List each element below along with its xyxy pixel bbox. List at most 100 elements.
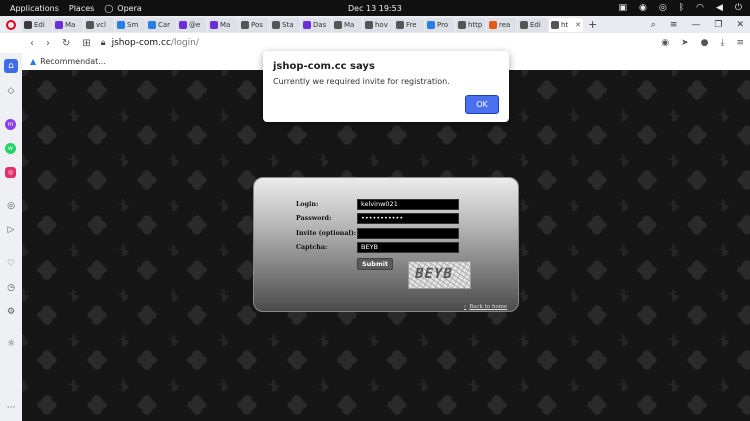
tab-label: rea <box>499 20 511 29</box>
reload-icon[interactable]: ↻ <box>62 38 70 49</box>
login-input[interactable]: kelvinw021 <box>357 199 459 210</box>
tab[interactable]: Edi <box>518 17 548 32</box>
tab[interactable]: rea <box>487 17 517 32</box>
chrome-icon[interactable]: ◉ <box>639 3 647 13</box>
clock[interactable]: Dec 13 19:53 <box>348 4 402 13</box>
restore-icon[interactable]: ❐ <box>714 20 722 30</box>
tab-label: Pos <box>251 20 263 29</box>
submit-button[interactable]: Submit <box>357 258 394 270</box>
tab-favicon-icon <box>365 20 373 29</box>
search-tabs-icon[interactable]: ⌕ <box>651 20 656 30</box>
minimize-icon[interactable]: — <box>691 20 700 30</box>
google-ads-icon: ▲ <box>30 57 37 66</box>
easy-setup-icon[interactable]: ≡ <box>670 20 678 30</box>
instagram-icon[interactable]: ◎ <box>5 167 16 178</box>
heart-icon[interactable]: ♡ <box>4 257 18 271</box>
tab[interactable]: Sta <box>270 17 300 32</box>
tab[interactable]: hov <box>363 17 393 32</box>
login-label: Login: <box>296 201 319 208</box>
tab-favicon-icon <box>148 20 156 29</box>
profile-icon[interactable]: ● <box>701 38 709 48</box>
active-app-menu[interactable]: ◯ Opera <box>104 4 141 13</box>
more-icon[interactable]: ··· <box>4 401 18 415</box>
tab-label: Pro <box>437 20 449 29</box>
messenger-icon[interactable]: m <box>5 119 16 130</box>
tab-favicon-icon <box>117 20 125 29</box>
dropbox-icon[interactable]: ▣ <box>618 3 627 13</box>
whatsapp-icon[interactable]: w <box>5 143 16 154</box>
close-window-icon[interactable]: ✕ <box>736 20 744 30</box>
captcha-input[interactable]: BEYB <box>357 242 459 253</box>
tab[interactable]: Ma <box>53 17 83 32</box>
close-tab-icon[interactable]: ✕ <box>575 21 581 29</box>
download-icon[interactable]: ⤓ <box>720 38 724 48</box>
bookmark-item[interactable]: Recommendat... <box>40 57 106 66</box>
tab-favicon-icon <box>458 20 466 29</box>
tab[interactable]: Ma <box>332 17 362 32</box>
tab-label: Edi <box>34 20 45 29</box>
page-background: Login: kelvinw021 Password: ••••••••••• … <box>22 70 750 421</box>
system-tray[interactable]: ▣ ◉ ◎ ᛒ ◠ ◀ ⏻ <box>618 3 742 13</box>
tab-favicon-icon <box>551 20 559 29</box>
system-top-bar: Applications Places ◯ Opera Dec 13 19:53 … <box>0 0 750 16</box>
power-icon[interactable]: ⏻ <box>735 3 742 13</box>
invite-input[interactable] <box>357 228 459 239</box>
tab[interactable]: Edi <box>22 17 52 32</box>
tab[interactable]: Pos <box>239 17 269 32</box>
opera-menu-button[interactable] <box>0 16 22 33</box>
forward-icon[interactable]: › <box>46 38 50 49</box>
wifi-icon[interactable]: ◠ <box>696 3 704 13</box>
new-tab-button[interactable]: + <box>588 18 597 31</box>
lock-icon: 🔒︎ <box>100 38 106 48</box>
back-icon[interactable]: ‹ <box>30 38 34 49</box>
tab-label: Fre <box>406 20 417 29</box>
tab-favicon-icon <box>334 20 342 29</box>
opera-tray-icon[interactable]: ◎ <box>659 3 667 13</box>
camera-icon[interactable]: ◉ <box>661 38 669 48</box>
home-icon[interactable]: ⌂ <box>4 59 18 73</box>
volume-icon[interactable]: ◀ <box>716 3 723 13</box>
tab-label: @e <box>189 20 201 29</box>
tab[interactable]: vcl <box>84 17 114 32</box>
tab[interactable]: Pro <box>425 17 455 32</box>
tab[interactable]: http <box>456 17 486 32</box>
places-menu[interactable]: Places <box>69 4 94 13</box>
settings-icon[interactable]: ⚙ <box>4 305 18 319</box>
tab[interactable]: Sm <box>115 17 145 32</box>
tab[interactable]: Ma <box>208 17 238 32</box>
applications-menu[interactable]: Applications <box>10 4 59 13</box>
tab[interactable]: Car <box>146 17 176 32</box>
ok-button[interactable]: OK <box>465 95 499 114</box>
tab-favicon-icon <box>24 20 32 29</box>
dialog-message: Currently we required invite for registr… <box>273 77 450 86</box>
tab-favicon-icon <box>272 20 280 29</box>
tab[interactable]: @e <box>177 17 207 32</box>
opera-sidebar: ⌂ ◇ m w ◎ ◎ ▷ ♡ ◷ ⚙ ☼ ··· <box>0 53 22 421</box>
player-icon[interactable]: ◎ <box>4 199 18 213</box>
opera-logo-icon <box>6 19 16 30</box>
places-label: Places <box>68 3 95 13</box>
bluetooth-icon[interactable]: ᛒ <box>679 3 684 13</box>
back-to-home-label: Back to home <box>469 304 508 310</box>
tips-icon[interactable]: ☼ <box>4 337 18 351</box>
menu-icon[interactable]: ≡ <box>736 38 744 48</box>
tab-label: Ma <box>220 20 231 29</box>
password-input[interactable]: ••••••••••• <box>357 213 459 224</box>
login-panel: Login: kelvinw021 Password: ••••••••••• … <box>253 177 519 312</box>
back-to-home-link[interactable]: ‹ Back to home <box>464 304 507 310</box>
tab-label: hov <box>375 20 388 29</box>
address-bar: ‹ › ↻ ⊞ 🔒︎ jshop-com.cc/login/ ◉ ➤ ● ⤓ ≡ <box>0 33 750 53</box>
tab-active[interactable]: ht ✕ <box>549 17 583 32</box>
send-sidebar-icon[interactable]: ▷ <box>4 223 18 237</box>
diamond-icon[interactable]: ◇ <box>4 84 18 98</box>
url-field[interactable]: 🔒︎ jshop-com.cc/login/ <box>101 38 199 48</box>
tab[interactable]: Das <box>301 17 331 32</box>
tab[interactable]: Fre <box>394 17 424 32</box>
url-path: /login/ <box>170 38 199 48</box>
password-label: Password: <box>296 215 332 222</box>
tab-favicon-icon <box>179 20 187 29</box>
speed-dial-icon[interactable]: ⊞ <box>82 38 90 49</box>
send-icon[interactable]: ➤ <box>681 38 689 48</box>
applications-label: Applications <box>10 3 59 13</box>
history-icon[interactable]: ◷ <box>4 281 18 295</box>
